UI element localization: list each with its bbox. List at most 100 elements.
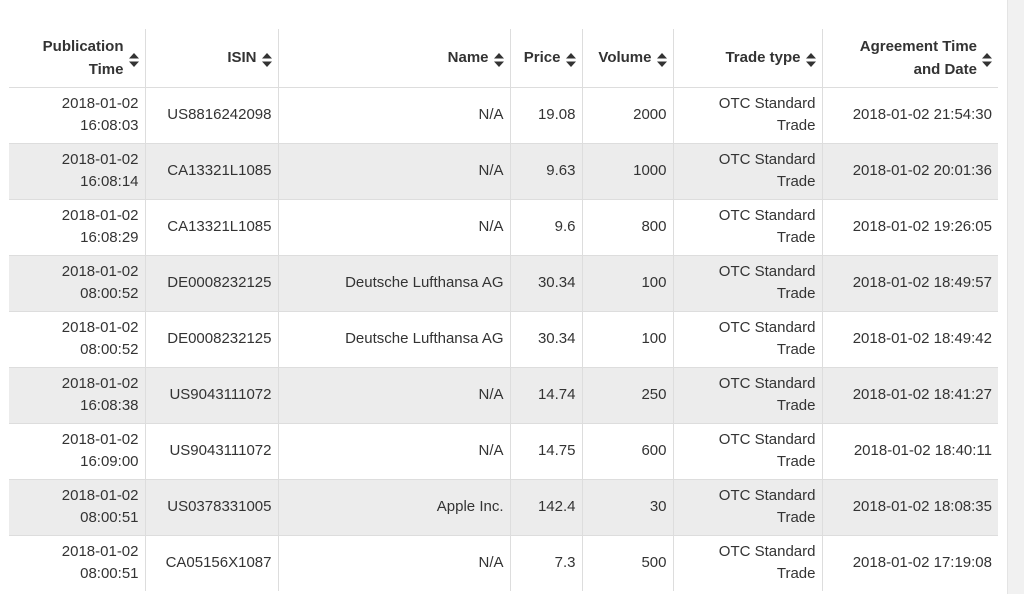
publication-time-cell-line: 2018-01-02: [61, 543, 139, 561]
volume-cell: 800: [581, 198, 673, 255]
table-row[interactable]: 2018-01-02 08:00:51 CA05156X1087 N/A 7.3 500 O…: [9, 534, 998, 591]
volume-cell: 600: [581, 422, 673, 479]
isin-cell: US9043111072: [144, 422, 278, 479]
isin-cell: CA05156X1087: [144, 534, 278, 591]
volume-cell: 100: [581, 254, 673, 311]
agreement-time-cell: 2018-01-02 18:49:42: [821, 310, 998, 367]
publication-time-cell-line: 16:08:29: [80, 229, 139, 246]
column-header-label: Publication Time: [43, 35, 124, 81]
trade-type-cell-line: Trade: [776, 173, 816, 190]
column-header-label: Volume: [598, 46, 651, 69]
table-row[interactable]: 2018-01-02 16:08:38 US9043111072 N/A 14.74 25…: [9, 366, 998, 423]
agreement-time-cell: 2018-01-02 18:08:35: [821, 478, 998, 535]
column-header-isin[interactable]: ISIN: [144, 29, 278, 88]
column-header-pub[interactable]: Publication Time: [9, 29, 145, 88]
table-row[interactable]: 2018-01-02 16:08:14 CA13321L1085 N/A 9.63 100…: [9, 142, 998, 199]
sort-both-icon[interactable]: [128, 51, 139, 67]
publication-time-cell-line: 2018-01-02: [61, 95, 139, 112]
table-row[interactable]: 2018-01-02 16:08:29 CA13321L1085 N/A 9.6 800 O…: [9, 198, 998, 255]
sort-both-icon[interactable]: [565, 51, 576, 67]
sort-both-icon[interactable]: [656, 51, 667, 67]
publication-time-cell: 2018-01-02 16:08:29: [9, 198, 145, 255]
isin-cell: CA13321L1085: [144, 198, 278, 255]
price-cell: 30.34: [509, 310, 582, 367]
price-cell: 7.3: [509, 534, 582, 591]
name-cell: Deutsche Lufthansa AG: [277, 310, 510, 367]
trade-type-cell-line: OTC Standard: [718, 543, 816, 561]
sort-both-icon[interactable]: [982, 51, 992, 67]
volume-cell: 250: [581, 366, 673, 423]
name-cell: N/A: [277, 534, 510, 591]
trade-type-cell-line: OTC Standard: [718, 431, 816, 448]
trades-table: Publication Time ISIN Name Price Volume Trade …: [9, 29, 998, 591]
publication-time-cell: 2018-01-02 08:00:52: [9, 254, 145, 311]
publication-time-cell-line: 16:08:14: [80, 173, 139, 190]
column-header-label: Name: [448, 46, 489, 69]
sort-both-icon[interactable]: [805, 51, 816, 67]
column-header-agree[interactable]: Agreement Time and Date: [821, 29, 998, 88]
trade-type-cell: OTC Standard Trade: [672, 478, 822, 535]
name-cell: N/A: [277, 198, 510, 255]
vertical-scrollbar[interactable]: [1007, 0, 1024, 594]
agreement-time-cell: 2018-01-02 21:54:30: [821, 86, 998, 143]
publication-time-cell-line: 2018-01-02: [61, 263, 139, 280]
trade-type-cell-line: Trade: [776, 397, 816, 414]
publication-time-cell-line: 08:00:52: [80, 341, 139, 358]
trade-type-cell-line: Trade: [776, 509, 816, 526]
column-header-label: Price: [524, 46, 561, 69]
trade-type-cell: OTC Standard Trade: [672, 86, 822, 143]
column-header-label-line: Trade type: [725, 49, 801, 67]
column-header-label: Agreement Time and Date: [860, 35, 977, 81]
publication-time-cell: 2018-01-02 08:00:51: [9, 534, 145, 591]
table-row[interactable]: 2018-01-02 08:00:52 DE0008232125 Deutsche L…: [9, 310, 998, 367]
column-header-label: ISIN: [227, 46, 256, 69]
table-row[interactable]: 2018-01-02 08:00:52 DE0008232125 Deutsche L…: [9, 254, 998, 311]
trade-type-cell-line: OTC Standard: [718, 319, 816, 336]
column-header-label-line: Time: [88, 60, 124, 78]
trade-type-cell: OTC Standard Trade: [672, 310, 822, 367]
column-header-volume[interactable]: Volume: [581, 29, 673, 88]
publication-time-cell-line: 2018-01-02: [61, 207, 139, 224]
column-header-price[interactable]: Price: [509, 29, 582, 88]
column-header-type[interactable]: Trade type: [672, 29, 822, 88]
price-cell: 30.34: [509, 254, 582, 311]
table-row[interactable]: 2018-01-02 16:08:03 US8816242098 N/A 19.08 20…: [9, 86, 998, 143]
trade-type-cell-line: Trade: [776, 453, 816, 470]
publication-time-cell-line: 16:08:38: [80, 397, 139, 414]
trade-type-cell-line: Trade: [776, 565, 816, 583]
trade-type-cell-line: Trade: [776, 341, 816, 358]
volume-cell: 500: [581, 534, 673, 591]
column-header-label-line: and Date: [913, 60, 977, 78]
publication-time-cell: 2018-01-02 16:08:38: [9, 366, 145, 423]
publication-time-cell-line: 2018-01-02: [61, 319, 139, 336]
publication-time-cell: 2018-01-02 16:08:14: [9, 142, 145, 199]
column-header-name[interactable]: Name: [277, 29, 510, 88]
trade-type-cell-line: Trade: [776, 229, 816, 246]
volume-cell: 1000: [581, 142, 673, 199]
trade-type-cell: OTC Standard Trade: [672, 198, 822, 255]
publication-time-cell-line: 16:08:03: [80, 117, 139, 134]
isin-cell: US9043111072: [144, 366, 278, 423]
table-row[interactable]: 2018-01-02 16:09:00 US9043111072 N/A 14.75 60…: [9, 422, 998, 479]
publication-time-cell-line: 16:09:00: [80, 453, 139, 470]
table-row[interactable]: 2018-01-02 08:00:51 US0378331005 Apple Inc.…: [9, 478, 998, 535]
publication-time-cell-line: 2018-01-02: [61, 431, 139, 448]
sort-both-icon[interactable]: [261, 51, 272, 67]
trade-type-cell-line: Trade: [776, 285, 816, 302]
trade-type-cell: OTC Standard Trade: [672, 534, 822, 591]
agreement-time-cell: 2018-01-02 20:01:36: [821, 142, 998, 199]
volume-cell: 30: [581, 478, 673, 535]
column-header-label-line: Agreement Time: [859, 37, 977, 55]
trade-type-cell-line: OTC Standard: [718, 487, 816, 504]
trade-type-cell-line: OTC Standard: [718, 151, 816, 168]
trade-type-cell: OTC Standard Trade: [672, 366, 822, 423]
table-header-row: Publication Time ISIN Name Price Volume Trade …: [9, 29, 998, 88]
trade-type-cell-line: OTC Standard: [718, 375, 816, 392]
name-cell: N/A: [277, 86, 510, 143]
volume-cell: 2000: [581, 86, 673, 143]
isin-cell: DE0008232125: [144, 254, 278, 311]
column-header-label: Trade type: [725, 46, 800, 69]
publication-time-cell-line: 2018-01-02: [61, 375, 139, 392]
sort-both-icon[interactable]: [493, 51, 504, 67]
column-header-label-line: ISIN: [227, 49, 257, 67]
